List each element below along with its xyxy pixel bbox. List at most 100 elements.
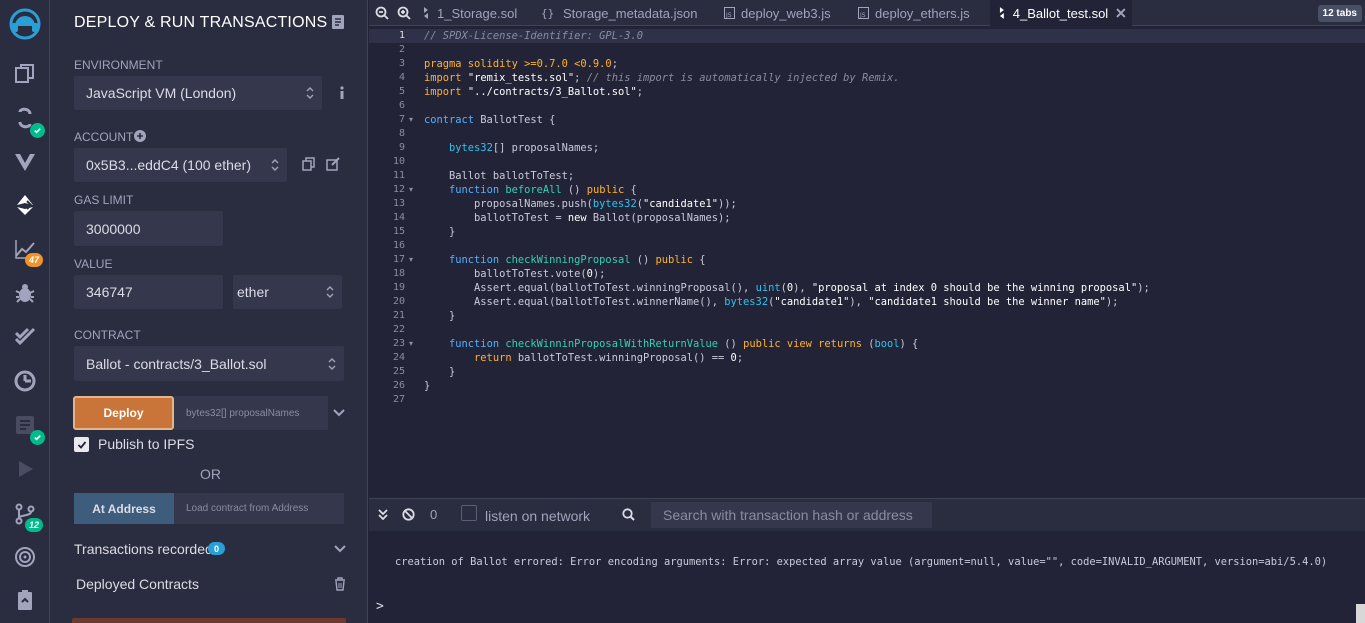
editor-tabs: 1_Storage.sol {} Storage_metadata.json J… — [369, 0, 1365, 26]
line-number: 4 — [398, 72, 405, 83]
play-icon[interactable] — [9, 453, 41, 485]
account-label: ACCOUNT — [74, 130, 134, 144]
zoom-in-icon[interactable] — [397, 6, 411, 20]
line-number: 5 — [398, 86, 405, 97]
line-number: 26 — [392, 380, 405, 391]
terminal-output: creation of Ballot errored: Error encodi… — [369, 531, 1365, 623]
fold-arrow-icon[interactable]: ▾ — [409, 183, 413, 197]
plugin-manager-icon[interactable] — [9, 541, 41, 573]
info-icon[interactable] — [335, 86, 349, 100]
fold-arrow-icon[interactable]: ▾ — [409, 253, 413, 267]
trash-icon[interactable] — [334, 577, 346, 591]
tab-storage-metadata[interactable]: {} Storage_metadata.json — [541, 0, 717, 26]
chevron-down-icon[interactable] — [333, 409, 345, 417]
close-icon[interactable] — [1116, 8, 1126, 18]
fold-arrow-icon[interactable]: ▾ — [409, 337, 413, 351]
add-account-icon[interactable] — [134, 130, 146, 142]
gas-profiler-icon[interactable] — [9, 365, 41, 397]
tab-deploy-web3[interactable]: JS deploy_web3.js — [724, 0, 850, 26]
git-badge: 12 — [25, 518, 43, 532]
value-unit: ether — [237, 284, 269, 300]
test-icon[interactable] — [9, 320, 41, 352]
terminal-search-input[interactable]: Search with transaction hash or address — [651, 502, 932, 528]
js-icon: JS — [858, 7, 869, 19]
settings-icon[interactable] — [9, 584, 41, 616]
file-explorer-icon[interactable] — [9, 58, 41, 90]
line-number: 16 — [392, 240, 405, 251]
value-unit-select[interactable]: ether — [233, 275, 342, 309]
remix-logo-icon[interactable] — [7, 6, 43, 42]
copy-icon[interactable] — [302, 157, 316, 171]
listen-network-checkbox[interactable] — [461, 505, 477, 521]
publish-ipfs-checkbox[interactable] — [74, 437, 89, 452]
or-label: OR — [200, 466, 221, 482]
code-line: Assert.equal(ballotToTest.winnerName(), … — [424, 296, 1119, 308]
line-number: 19 — [392, 282, 405, 293]
environment-value: JavaScript VM (London) — [86, 85, 237, 101]
deploy-args-input[interactable]: bytes32[] proposalNames — [174, 396, 328, 430]
fold-arrow-icon[interactable]: ▾ — [409, 113, 413, 127]
panel-bottom-bar — [72, 618, 346, 623]
publish-ipfs-label: Publish to IPFS — [98, 436, 195, 452]
at-address-input[interactable]: Load contract from Address — [174, 493, 344, 524]
deploy-run-icon[interactable] — [9, 189, 41, 221]
line-number: 18 — [392, 268, 405, 279]
json-icon: {} — [541, 7, 554, 20]
documentation-icon[interactable] — [331, 14, 345, 30]
terminal-error-message: creation of Ballot errored: Error encodi… — [395, 556, 1328, 568]
environment-label: ENVIRONMENT — [74, 58, 163, 72]
vyper-icon[interactable] — [9, 146, 41, 178]
gas-limit-value: 3000000 — [86, 220, 141, 237]
chevron-down-icon[interactable] — [334, 545, 346, 553]
code-line: function beforeAll () public { — [449, 184, 637, 196]
select-arrows-icon — [271, 159, 279, 171]
line-number: 12 — [392, 184, 405, 195]
debugger-icon[interactable] — [9, 277, 41, 309]
transactions-recorded-label[interactable]: Transactions recorded — [74, 541, 213, 557]
tab-label: deploy_ethers.js — [875, 5, 970, 21]
line-number: 1 — [398, 30, 405, 41]
select-arrows-icon — [328, 357, 336, 370]
analysis-icon[interactable]: 47 — [9, 233, 43, 267]
git-icon[interactable]: 12 — [9, 498, 43, 532]
solidity-icon — [424, 7, 428, 19]
code-line: } — [424, 310, 456, 322]
tab-deploy-ethers[interactable]: JS deploy_ethers.js — [858, 0, 978, 26]
environment-select[interactable]: JavaScript VM (London) — [74, 76, 322, 110]
line-number: 8 — [398, 128, 405, 139]
search-icon — [622, 508, 635, 521]
zoom-out-icon[interactable] — [375, 6, 389, 20]
line-number: 23 — [392, 338, 405, 349]
code-line: pragma solidity >=0.7.0 <0.9.0; — [424, 58, 618, 70]
line-number: 15 — [392, 226, 405, 237]
value-input[interactable]: 346747 — [74, 275, 223, 309]
svg-text:JS: JS — [859, 12, 866, 19]
value-label: VALUE — [74, 257, 113, 271]
code-line: Ballot ballotToTest; — [424, 170, 575, 182]
account-select[interactable]: 0x5B3...eddC4 (100 ether) — [74, 148, 287, 182]
contract-value: Ballot - contracts/3_Ballot.sol — [86, 355, 267, 372]
code-line: } — [424, 366, 456, 378]
tab-1-storage[interactable]: 1_Storage.sol — [421, 0, 539, 26]
code-line: } — [424, 226, 456, 238]
deployed-contracts-label: Deployed Contracts — [76, 576, 199, 592]
edit-icon[interactable] — [326, 157, 340, 171]
line-number: 6 — [398, 100, 405, 111]
double-chevron-down-icon[interactable] — [378, 509, 388, 520]
gas-limit-input[interactable]: 3000000 — [74, 211, 223, 246]
clear-icon[interactable] — [402, 508, 415, 521]
code-editor[interactable]: 1 2 3 4 5 6 7 8 9 10 11 12 13 14 15 16 17 18 19 20 21 22 23 24 2… — [369, 26, 1365, 472]
terminal-scrollbar[interactable] — [1356, 604, 1365, 623]
tab-4-ballot-test[interactable]: 4_Ballot_test.sol — [990, 0, 1132, 26]
solidity-compiler-icon[interactable] — [9, 102, 45, 138]
terminal-prompt[interactable]: > — [376, 599, 384, 614]
code-line: return ballotToTest.winningProposal() ==… — [474, 352, 744, 364]
deploy-button[interactable]: Deploy — [73, 396, 174, 430]
at-address-button[interactable]: At Address — [74, 493, 174, 524]
line-number: 20 — [392, 296, 405, 307]
plugin-icon[interactable] — [9, 409, 45, 445]
contract-select[interactable]: Ballot - contracts/3_Ballot.sol — [74, 346, 344, 381]
line-number: 7 — [398, 114, 405, 125]
tabs-count-badge[interactable]: 12 tabs — [1317, 5, 1362, 22]
line-number: 25 — [392, 366, 405, 377]
